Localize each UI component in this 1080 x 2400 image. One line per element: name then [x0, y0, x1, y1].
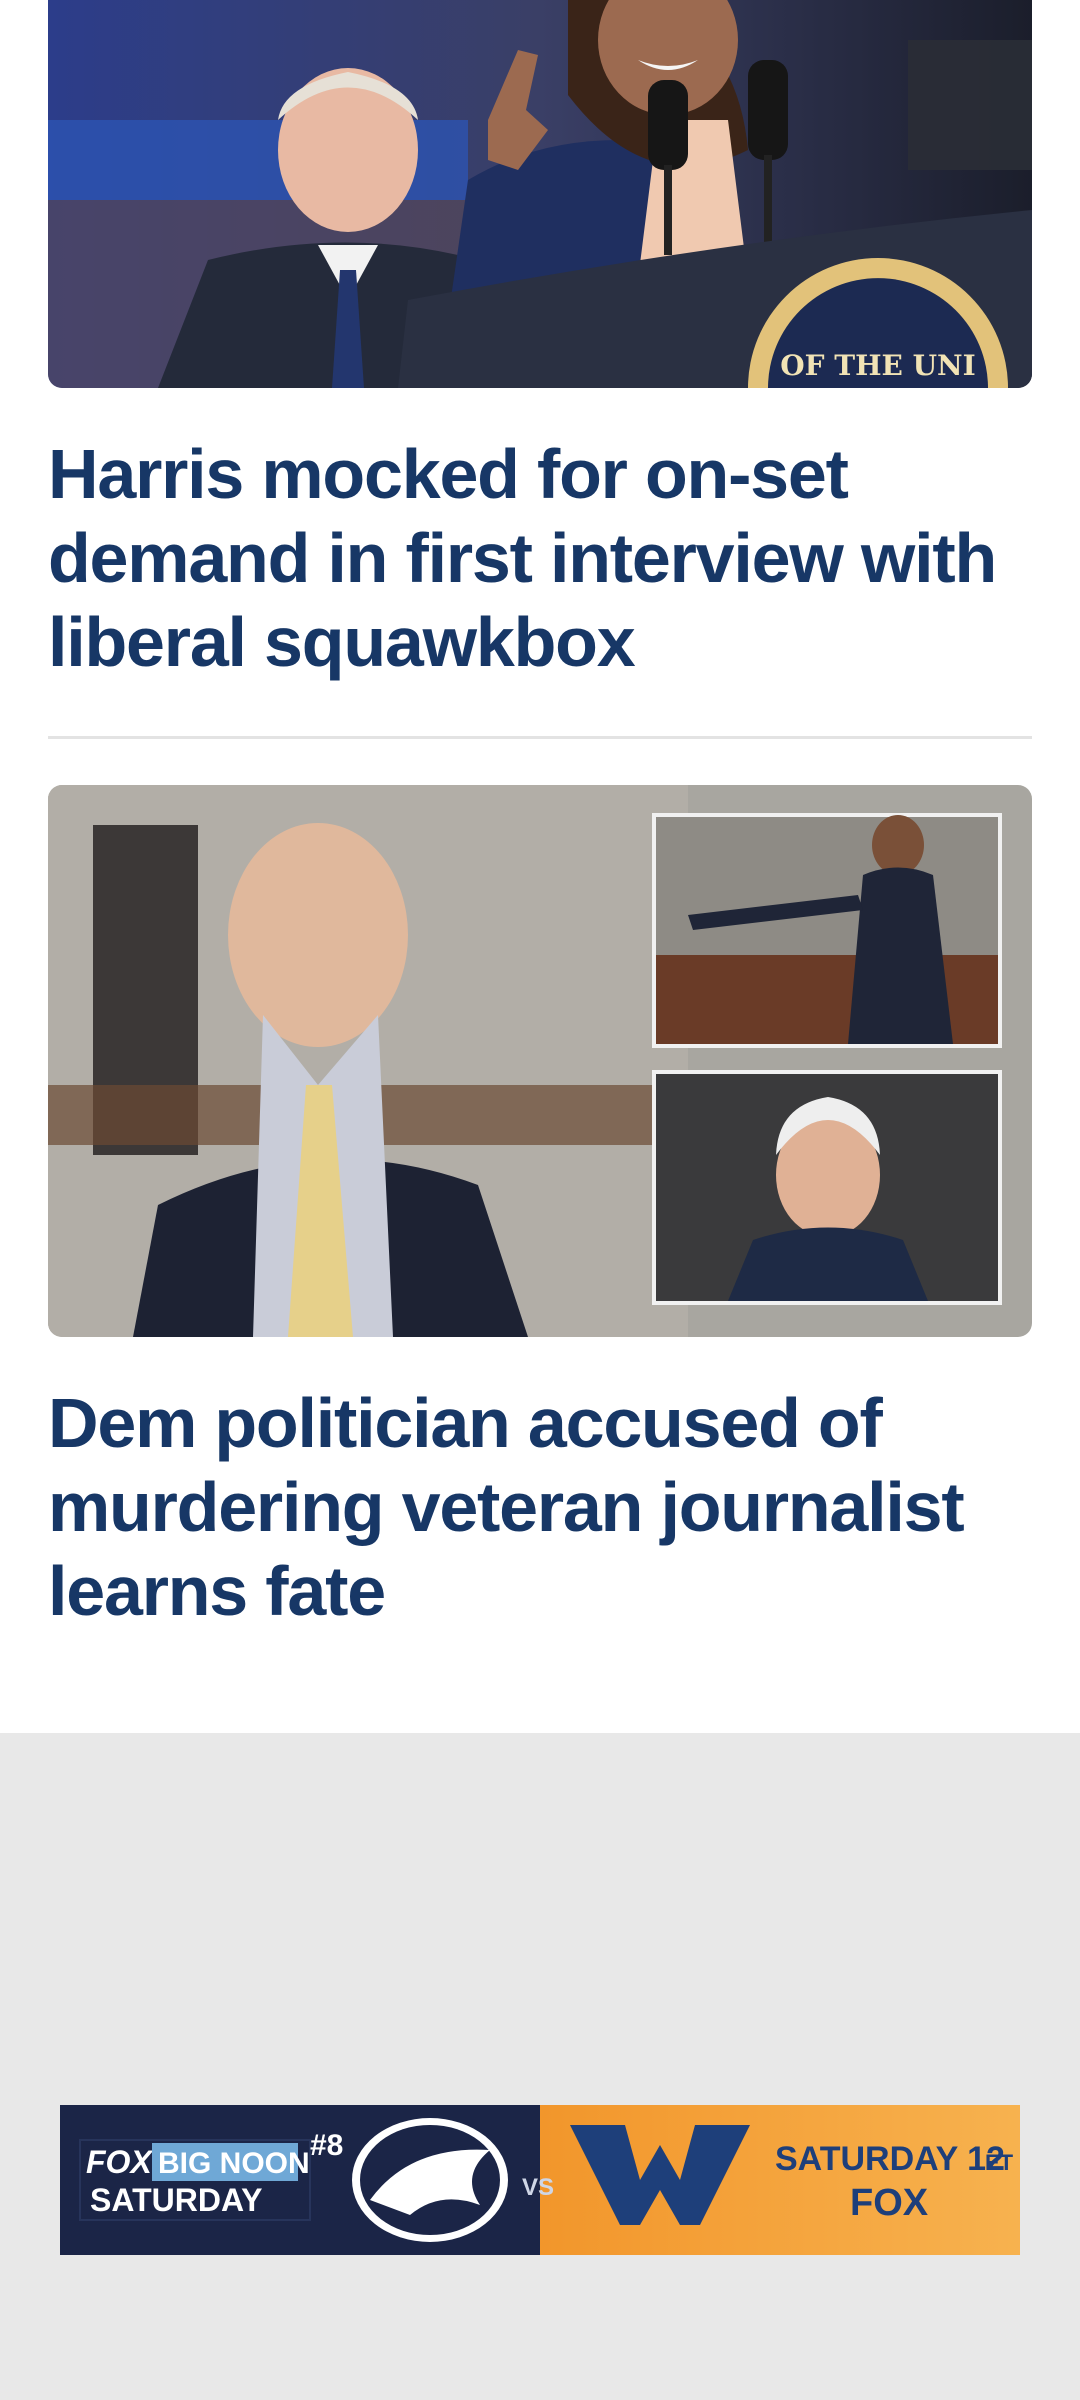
ad-line1-text: BIG NOON — [158, 2147, 310, 2180]
ad-line2-text: SATURDAY — [90, 2182, 262, 2218]
news-feed: OF THE UNI Harris mocked for on-set dema… — [0, 0, 1080, 1733]
story-card[interactable]: OF THE UNI Harris mocked for on-set dema… — [48, 0, 1032, 700]
story-image[interactable] — [48, 785, 1032, 1337]
story-card[interactable]: Dem politician accused of murdering vete… — [48, 785, 1032, 1645]
story-headline[interactable]: Harris mocked for on-set demand in first… — [48, 432, 1032, 684]
podium-seal-text: OF THE UNI — [780, 349, 976, 382]
ad-network-text: FOX — [850, 2182, 929, 2224]
ad-rank-text: #8 — [310, 2129, 343, 2162]
story-headline[interactable]: Dem politician accused of murdering vete… — [48, 1381, 1032, 1633]
ad-time-suffix-text: ET — [985, 2150, 1014, 2175]
ad-banner[interactable]: FOX BIG NOON SATURDAY #8 VS SATURDAY 12 … — [60, 2105, 1020, 2255]
ad-time-text: SATURDAY 12 — [775, 2140, 1005, 2178]
ad-vs-text: VS — [522, 2174, 554, 2201]
ad-brand-text: FOX — [86, 2144, 153, 2180]
ad-container: FOX BIG NOON SATURDAY #8 VS SATURDAY 12 … — [0, 1733, 1080, 2400]
story-image[interactable]: OF THE UNI — [48, 0, 1032, 388]
story-divider — [48, 736, 1032, 739]
